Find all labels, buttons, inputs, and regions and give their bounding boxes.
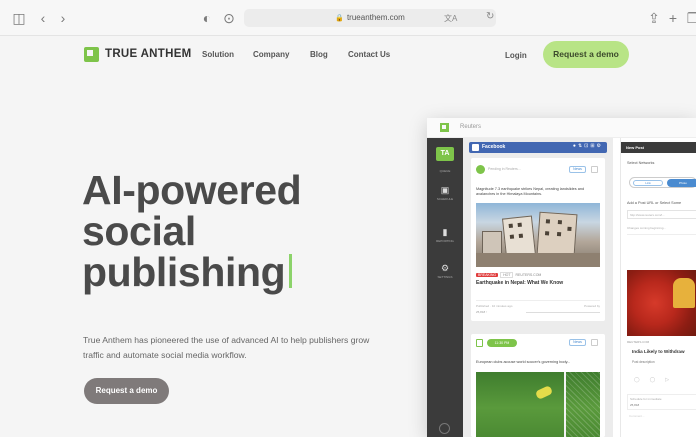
- nav-solution[interactable]: Solution: [202, 50, 234, 59]
- post-stat: 25,818 ↑: [476, 310, 488, 314]
- post-card: 11:30 PM News European clubs accuse worl…: [471, 334, 605, 437]
- app-sidebar: TA QUEUE ▣ SCHEDULE ▮ REPORTING ⚙ SETTIN…: [427, 138, 463, 437]
- post-text: European clubs accuse world soccer's gov…: [476, 360, 571, 364]
- hero-line-2: social: [82, 208, 196, 254]
- url-label: Add a Post URL or Select Some: [627, 201, 682, 205]
- sidebar-item-queue: QUEUE: [427, 168, 463, 173]
- news-badge: News: [569, 166, 586, 173]
- post-menu-icon: [591, 339, 598, 346]
- app-topbar: Reuters: [427, 118, 696, 138]
- sidebar-item-settings: ⚙ SETTINGS: [427, 262, 463, 279]
- nav-contact-us[interactable]: Contact Us: [348, 50, 390, 59]
- plus-icon[interactable]: +: [664, 9, 682, 27]
- sidebar-label: REPORTING: [436, 239, 454, 243]
- lock-icon: [476, 339, 483, 347]
- url-text: trueanthem.com: [346, 13, 405, 22]
- sidebar-label: SETTINGS: [437, 275, 453, 279]
- breaking-badge: BREAKING: [476, 273, 499, 277]
- app-sidebar-active: TA: [436, 147, 454, 161]
- login-link[interactable]: Login: [505, 51, 527, 60]
- nav-blog[interactable]: Blog: [310, 50, 328, 59]
- chili-photo: [627, 270, 696, 336]
- chevron-right-icon[interactable]: ›: [54, 9, 72, 27]
- typing-cursor: [289, 254, 293, 288]
- article-source: BREAKING HOT REUTERS.COM: [476, 272, 541, 278]
- post-type-toggle: Link Photo: [629, 177, 696, 188]
- hero-line-1: AI-powered: [82, 167, 302, 213]
- reload-icon[interactable]: ↻: [486, 11, 494, 22]
- post-text: Magnitude 7.3 earthquake strikes Nepal, …: [476, 187, 585, 196]
- schedule-label: Schedule for immediate: [630, 397, 662, 401]
- page-settings-icon[interactable]: ⊙: [220, 9, 238, 27]
- site-header: TRUE ANTHEM Solution Company Blog Contac…: [0, 36, 696, 76]
- article-source: REUTERS.COM: [627, 340, 650, 344]
- schedule-value: 25,818: [630, 403, 640, 407]
- chart-icon: ▮: [442, 227, 448, 237]
- toggle-photo: Photo: [667, 179, 696, 187]
- request-demo-button[interactable]: Request a demo: [543, 41, 629, 68]
- column-controls-icon: ●⇅⊡⊞⚙: [572, 143, 603, 149]
- toggle-link: Link: [633, 180, 663, 186]
- translate-icon[interactable]: 文A: [444, 13, 457, 24]
- article-title: India Likely to Withdraw: [632, 349, 685, 354]
- hero-line-3: publishing: [82, 249, 286, 295]
- sidebar-item-reporting: ▮ REPORTING: [427, 226, 463, 243]
- new-post-header: New Post: [621, 142, 696, 153]
- soccer-photo: [476, 372, 600, 437]
- post-url-field: http://www.reuters.com/l...: [627, 210, 696, 219]
- post-action-icons: ◯◯▷: [634, 377, 680, 383]
- sidebar-icon[interactable]: ◫: [10, 9, 28, 27]
- help-icon: [439, 423, 450, 434]
- share-icon[interactable]: ⇪: [645, 9, 663, 27]
- schedule-box: Schedule for immediate 25,818: [627, 394, 696, 410]
- hero-request-demo-button[interactable]: Request a demo: [84, 378, 169, 404]
- earthquake-photo: [476, 203, 600, 267]
- post-card: Pending in Reuters... News Magnitude 7.3…: [471, 158, 605, 321]
- facebook-column-header: Facebook ●⇅⊡⊞⚙: [469, 142, 607, 153]
- sidebar-label: QUEUE: [439, 169, 451, 173]
- pending-status: Pending in Reuters...: [488, 167, 521, 171]
- post-description-label: Post description: [632, 360, 655, 364]
- published-time: Published · 10 minutes ago: [476, 304, 513, 308]
- brand-name[interactable]: TRUE ANTHEM: [105, 48, 192, 60]
- app-account-name: Reuters: [460, 124, 482, 130]
- browser-toolbar: ◫ ‹ › ◐ ⊙ 🔒 trueanthem.com 文A ↻ ⇪ + ❐: [0, 0, 696, 36]
- powered-by: Powered by: [584, 304, 600, 308]
- tag-badge: HOT: [500, 272, 514, 278]
- sparkline: [526, 310, 600, 313]
- sidebar-item-schedule: ▣ SCHEDULE: [427, 184, 463, 201]
- hero-description: True Anthem has pioneered the use of adv…: [83, 335, 370, 360]
- post-description-field: Changes coming beginning...: [627, 226, 696, 235]
- app-logo-icon: [440, 123, 449, 132]
- news-badge: News: [569, 339, 586, 346]
- avatar: [476, 165, 485, 174]
- facebook-icon: [472, 144, 479, 151]
- comment-field: Comment...: [629, 414, 645, 418]
- address-bar[interactable]: 🔒 trueanthem.com: [244, 9, 496, 27]
- hero-title: AI-powered social publishing: [82, 167, 302, 295]
- shield-icon[interactable]: ◐: [198, 9, 216, 27]
- select-networks-label: Select Networks: [627, 161, 655, 165]
- chevron-left-icon[interactable]: ‹: [34, 9, 52, 27]
- article-title: Earthquake in Nepal: What We Know: [476, 280, 564, 286]
- network-name: Facebook: [482, 144, 506, 150]
- scheduled-time-badge: 11:30 PM: [487, 339, 517, 347]
- tab-overview-icon[interactable]: ❐: [684, 9, 696, 27]
- calendar-icon: ▣: [440, 185, 450, 195]
- lock-icon: 🔒: [335, 15, 344, 22]
- post-menu-icon: [591, 166, 598, 173]
- new-post-panel: New Post Select Networks Link Photo Add …: [620, 138, 696, 437]
- gear-icon: ⚙: [440, 263, 450, 273]
- new-post-title: New Post: [626, 145, 645, 150]
- nav-company[interactable]: Company: [253, 50, 289, 59]
- sidebar-label: SCHEDULE: [436, 197, 454, 201]
- product-screenshot: Reuters TA QUEUE ▣ SCHEDULE ▮ REPORTING …: [427, 118, 696, 437]
- facebook-feed-column: Facebook ●⇅⊡⊞⚙ Pending in Reuters... New…: [463, 138, 613, 437]
- post-footer: Published · 10 minutes ago Powered by 25…: [476, 300, 600, 314]
- brand-logo-icon[interactable]: [84, 47, 99, 62]
- source-domain: REUTERS.COM: [515, 273, 542, 277]
